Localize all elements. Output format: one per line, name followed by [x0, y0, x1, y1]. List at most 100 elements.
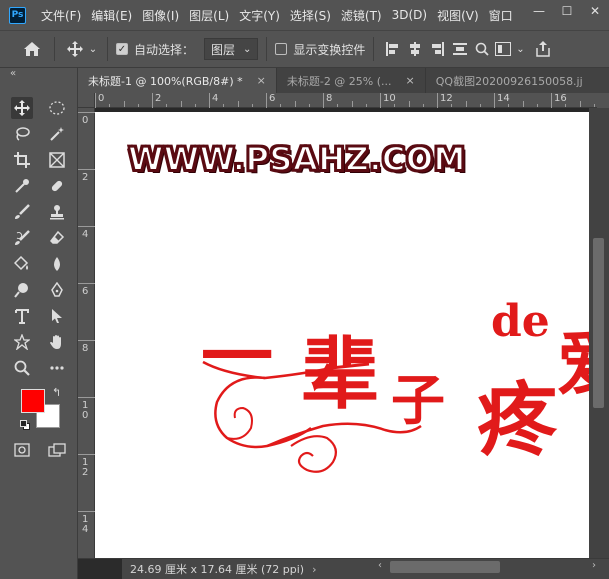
- menu-view[interactable]: 视图(V): [432, 7, 484, 24]
- zoom-field[interactable]: [78, 558, 122, 579]
- document-size-info: 24.69 厘米 x 17.64 厘米 (72 ppi): [130, 563, 305, 576]
- tab-document-3[interactable]: QQ截图20200926150058.jj: [426, 68, 593, 93]
- menu-file[interactable]: 文件(F): [36, 7, 86, 24]
- default-colors-icon[interactable]: [20, 420, 30, 430]
- ruler-tick: [78, 340, 95, 341]
- workspace-icon[interactable]: [492, 42, 514, 56]
- auto-select-target-dropdown[interactable]: 图层 ⌄: [204, 38, 259, 60]
- ruler-minor-tick: [508, 104, 510, 107]
- search-icon[interactable]: [472, 42, 492, 56]
- distribute-icon[interactable]: [448, 42, 472, 56]
- ruler-label: 1 4: [82, 514, 89, 535]
- history-brush-tool-icon[interactable]: [11, 227, 33, 249]
- path-selection-tool-icon[interactable]: [46, 305, 68, 327]
- zoom-tool-icon[interactable]: [11, 357, 33, 379]
- divider: [54, 37, 55, 61]
- stamp-tool-icon[interactable]: [46, 201, 68, 223]
- scroll-right-icon[interactable]: ›: [592, 560, 596, 571]
- horizontal-scroll-thumb[interactable]: [390, 561, 500, 573]
- document-canvas[interactable]: WWW.PSAHZ.COM 一 辈 子 de 疼 爱: [95, 112, 589, 558]
- scroll-left-icon[interactable]: ‹: [378, 560, 382, 571]
- align-right-icon[interactable]: [426, 42, 448, 56]
- shape-tool-icon[interactable]: [11, 331, 33, 353]
- horizontal-ruler[interactable]: 0 2 4 6 8 10 12 14 16: [95, 93, 597, 108]
- ruler-tick: [437, 93, 438, 108]
- menu-filter[interactable]: 滤镜(T): [336, 7, 387, 24]
- ruler-label: 0: [82, 115, 89, 126]
- menu-3d[interactable]: 3D(D): [387, 8, 432, 22]
- menu-window[interactable]: 窗口: [484, 7, 518, 24]
- ruler-minor-tick: [280, 104, 282, 107]
- quick-mask-icon[interactable]: [11, 439, 33, 461]
- divider: [266, 37, 268, 61]
- chevron-down-icon[interactable]: ⌄: [87, 44, 99, 55]
- vertical-scroll-thumb[interactable]: [593, 238, 604, 408]
- brush-tool-icon[interactable]: [11, 201, 33, 223]
- tab-label: QQ截图20200926150058.jj: [435, 74, 583, 88]
- canvas-text-zi: 子: [391, 368, 445, 432]
- menu-layer[interactable]: 图层(L): [184, 7, 234, 24]
- close-icon[interactable]: ×: [406, 74, 415, 87]
- ruler-minor-tick: [565, 104, 567, 107]
- hand-tool-icon[interactable]: [46, 331, 68, 353]
- ruler-tick: [209, 93, 210, 108]
- ruler-tick: [78, 169, 95, 170]
- canvas-text-teng: 疼: [477, 373, 557, 467]
- swap-colors-icon[interactable]: ↰: [52, 386, 61, 399]
- eyedropper-tool-icon[interactable]: [11, 175, 33, 197]
- ruler-minor-tick: [465, 101, 467, 107]
- healing-brush-tool-icon[interactable]: [46, 175, 68, 197]
- dodge-tool-icon[interactable]: [11, 279, 33, 301]
- minimize-button[interactable]: —: [525, 0, 553, 22]
- vertical-ruler[interactable]: 0 2 4 6 8 1 0 1 2 1 4: [78, 108, 95, 558]
- magic-wand-tool-icon[interactable]: [46, 123, 68, 145]
- ruler-tick: [95, 93, 96, 108]
- status-bar: 24.69 厘米 x 17.64 厘米 (72 ppi) ›: [78, 558, 609, 579]
- status-menu-arrow-icon[interactable]: ›: [312, 563, 316, 576]
- share-icon[interactable]: [530, 41, 556, 57]
- restore-button[interactable]: ☐: [553, 0, 581, 22]
- close-button[interactable]: ✕: [581, 0, 609, 22]
- paint-bucket-tool-icon[interactable]: [11, 253, 33, 275]
- blur-tool-icon[interactable]: [46, 253, 68, 275]
- eraser-tool-icon[interactable]: [46, 227, 68, 249]
- align-left-icon[interactable]: [382, 42, 404, 56]
- menu-type[interactable]: 文字(Y): [234, 7, 285, 24]
- lasso-tool-icon[interactable]: [11, 123, 33, 145]
- crop-tool-icon[interactable]: [11, 149, 33, 171]
- tab-document-2[interactable]: 未标题-2 @ 25% (... ×: [277, 68, 426, 93]
- foreground-color-swatch[interactable]: [21, 389, 45, 413]
- ruler-minor-tick: [451, 104, 453, 107]
- marquee-tool-icon[interactable]: [46, 97, 68, 119]
- type-tool-icon[interactable]: [11, 305, 33, 327]
- ruler-minor-tick: [308, 104, 310, 107]
- menu-select[interactable]: 选择(S): [285, 7, 336, 24]
- menu-image[interactable]: 图像(I): [137, 7, 184, 24]
- ruler-minor-tick: [365, 104, 367, 107]
- ruler-label: 8: [326, 93, 333, 104]
- home-icon[interactable]: [18, 41, 46, 57]
- tab-document-1[interactable]: 未标题-1 @ 100%(RGB/8#) * ×: [78, 68, 277, 93]
- move-tool-preset-icon[interactable]: [63, 41, 87, 57]
- close-icon[interactable]: ×: [257, 74, 266, 87]
- move-tool-icon[interactable]: [11, 97, 33, 119]
- more-tools-icon[interactable]: [46, 357, 68, 379]
- auto-select-checkbox[interactable]: ✓: [116, 43, 128, 55]
- frame-tool-icon[interactable]: [46, 149, 68, 171]
- ruler-minor-tick: [351, 101, 353, 107]
- align-center-icon[interactable]: [404, 42, 426, 56]
- ruler-minor-tick: [422, 104, 424, 107]
- ruler-label: 12: [440, 93, 453, 104]
- ruler-tick: [494, 93, 495, 108]
- collapse-panel-icon[interactable]: «: [10, 68, 16, 79]
- screen-mode-icon[interactable]: [46, 439, 68, 461]
- canvas-text-bei: 辈: [301, 329, 380, 420]
- show-transform-checkbox[interactable]: [275, 43, 288, 55]
- canvas-text-yi: 一: [201, 314, 274, 399]
- chevron-down-icon[interactable]: ⌄: [514, 44, 526, 55]
- ruler-minor-tick: [522, 101, 524, 107]
- ruler-tick: [78, 454, 95, 455]
- ruler-minor-tick: [337, 104, 339, 107]
- menu-edit[interactable]: 编辑(E): [86, 7, 137, 24]
- pen-tool-icon[interactable]: [46, 279, 68, 301]
